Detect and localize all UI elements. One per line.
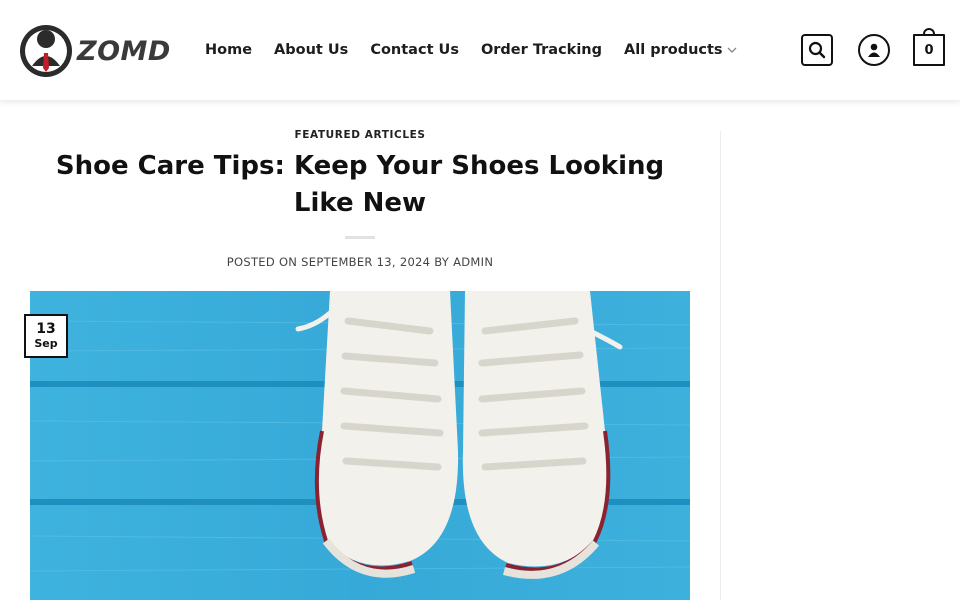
nav-home[interactable]: Home [205,42,252,58]
site-header: ZOMD Home About Us Contact Us Order Trac… [0,0,960,100]
account-button[interactable] [858,34,890,66]
article-title: Shoe Care Tips: Keep Your Shoes Looking … [55,151,665,218]
nav-home-label: Home [205,42,253,58]
date-badge: 13 Sep [24,314,68,358]
sidebar-divider [720,131,721,600]
nav-order-tracking[interactable]: Order Tracking [481,42,602,58]
cart-button[interactable]: 0 [913,28,945,66]
featured-image[interactable] [30,291,690,600]
article-meta: POSTED ON SEPTEMBER 13, 2024 BY ADMIN [226,255,494,269]
nav-about-label: About Us [274,42,349,58]
main-nav: Home About Us Contact Us Order Tracking … [205,38,760,62]
article-category[interactable]: FEATURED ARTICLES [30,129,690,141]
nav-all-products[interactable]: All products [624,42,738,58]
user-icon [868,43,880,57]
nav-order-label: Order Tracking [480,42,602,58]
chevron-down-icon [727,47,737,53]
nav-contact-us[interactable]: Contact Us [370,42,459,58]
site-logo[interactable]: ZOMD [18,20,174,78]
date-badge-day: 13 [36,321,56,337]
search-button[interactable] [801,34,833,66]
nav-products-label: All products [624,42,723,58]
nav-about-us[interactable]: About Us [274,42,348,58]
nav-contact-label: Contact Us [370,42,459,58]
date-badge-month: Sep [34,337,58,350]
cart-count: 0 [924,42,934,58]
article-header: FEATURED ARTICLES Shoe Care Tips: Keep Y… [30,100,690,269]
sneakers-image [30,291,690,600]
title-divider [345,236,375,239]
search-icon [808,41,826,59]
cart-icon [923,28,935,36]
logo-text: ZOMD [77,35,171,67]
logo-mark-icon [20,25,72,77]
